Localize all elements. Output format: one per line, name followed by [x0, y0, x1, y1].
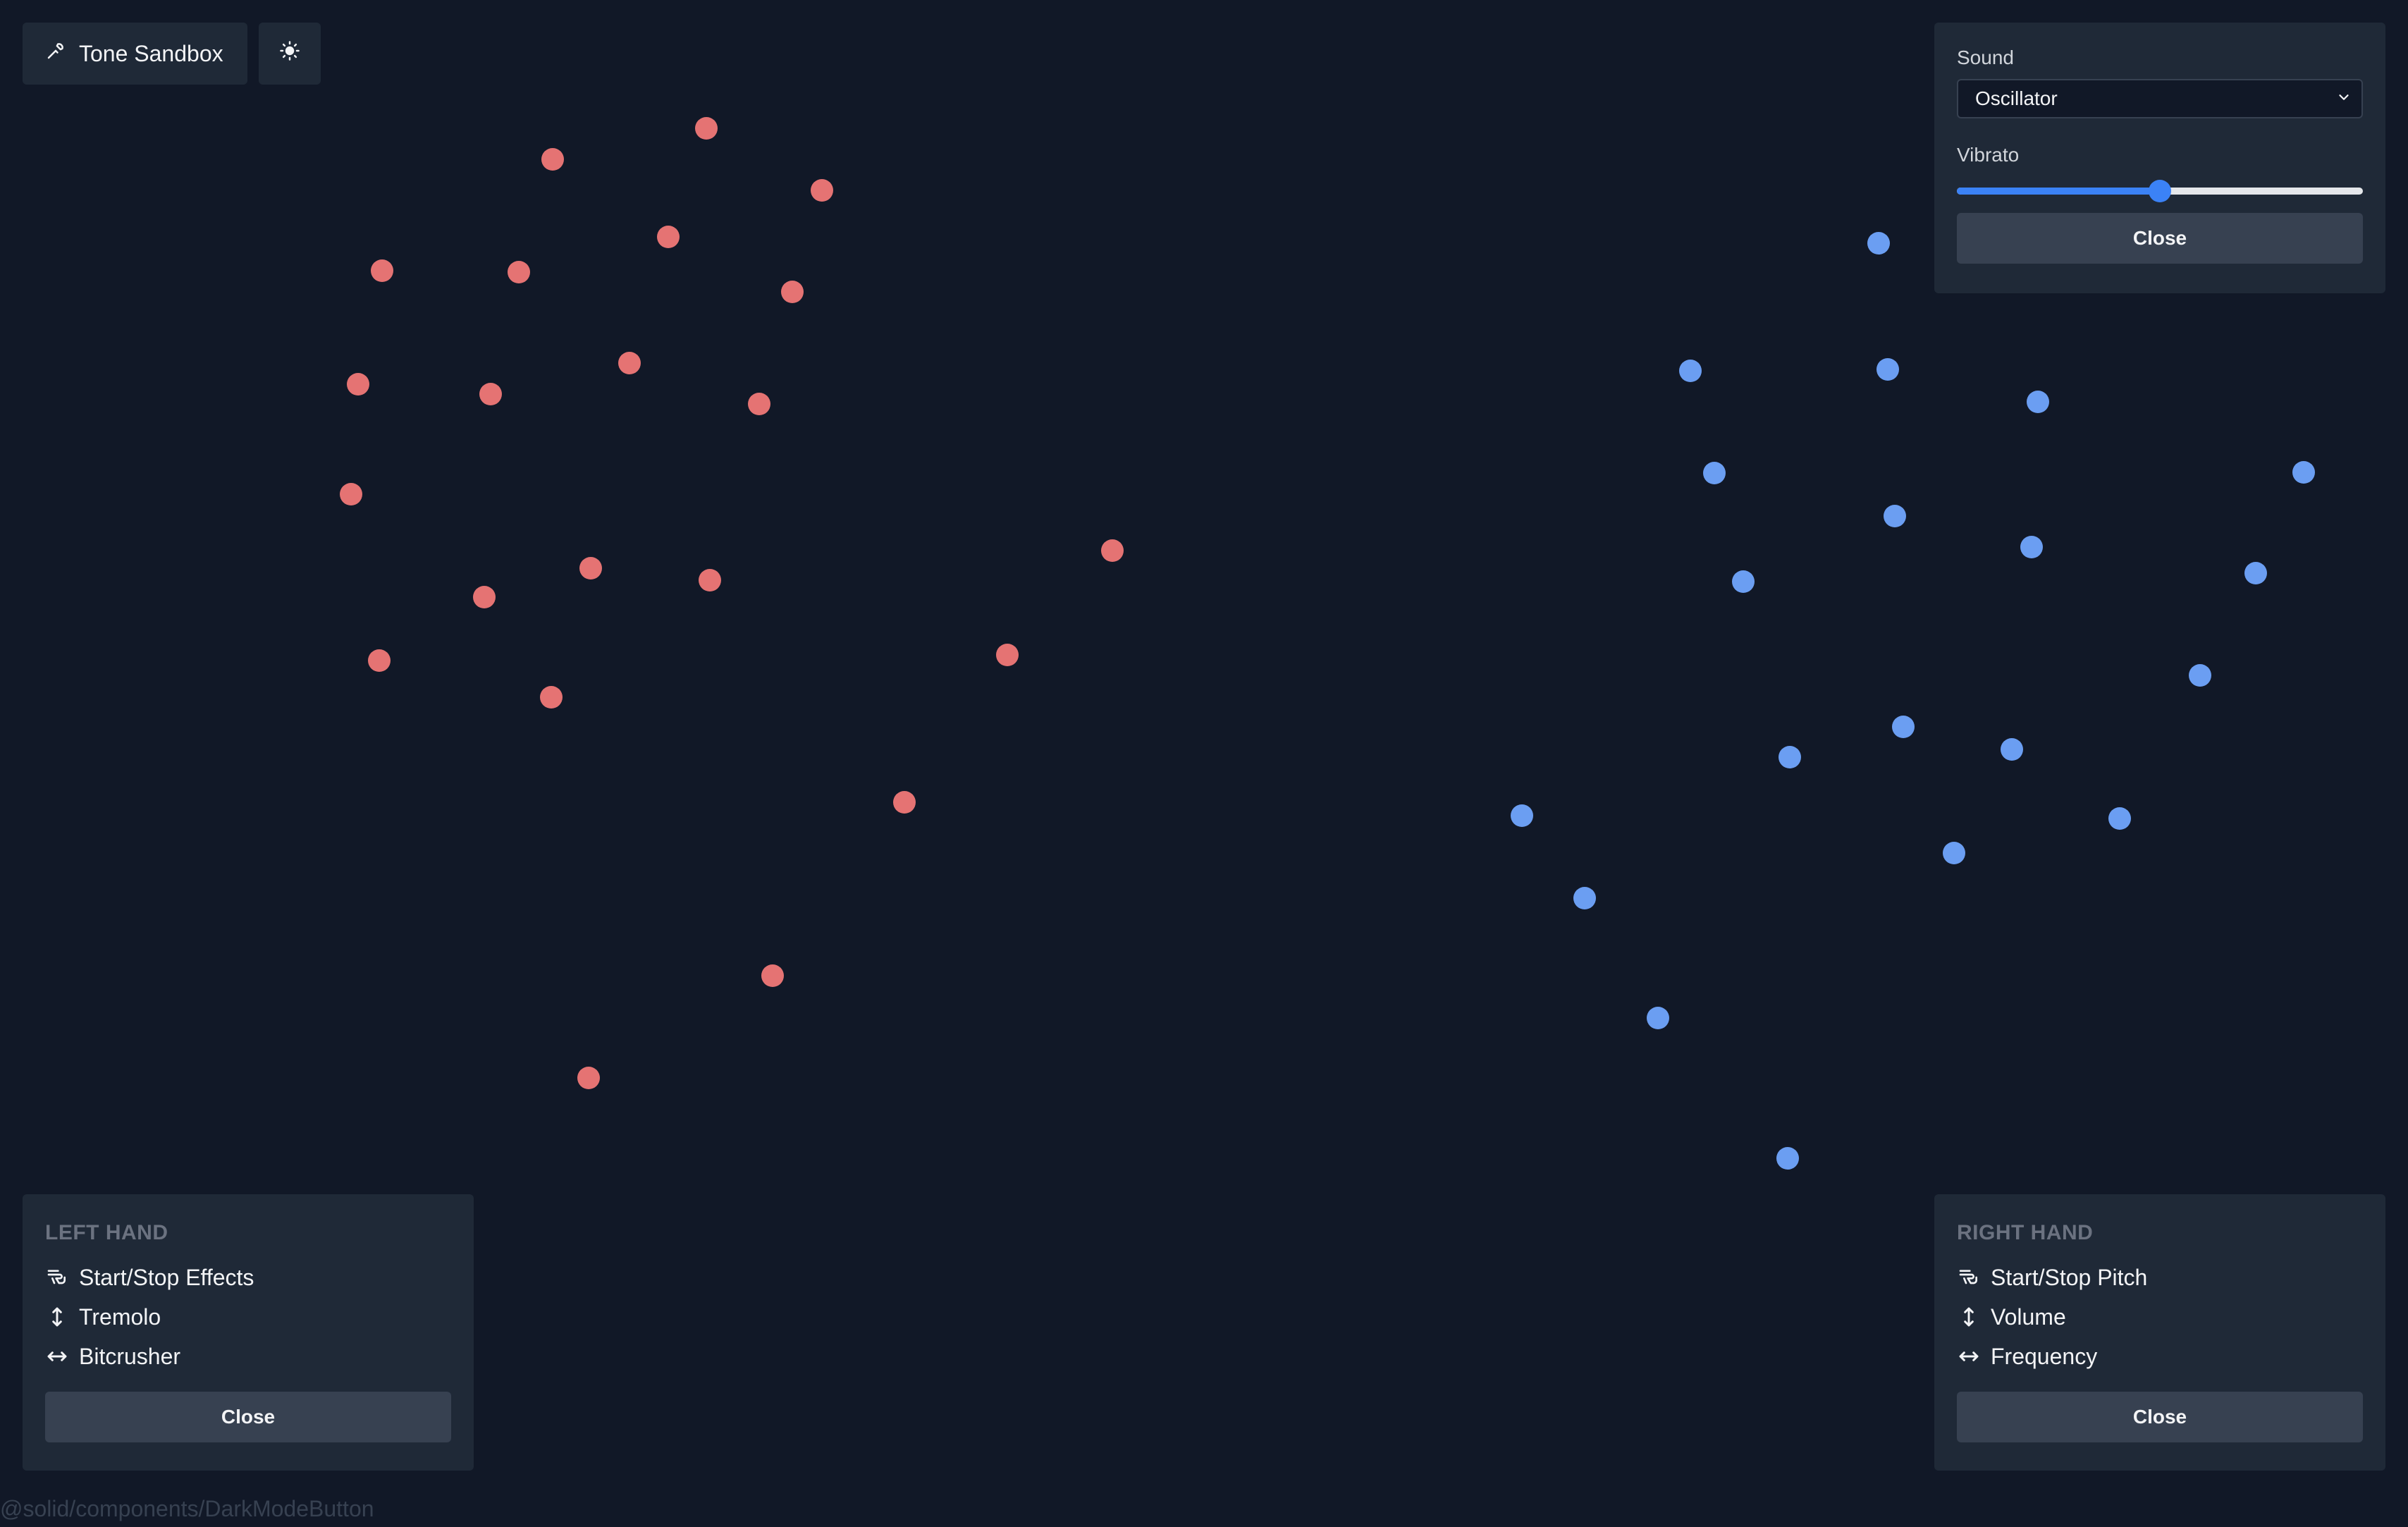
left-hand-landmark-dot: [761, 964, 784, 987]
left-hand-item-label: Start/Stop Effects: [79, 1264, 254, 1290]
right-hand-title: RIGHT HAND: [1957, 1221, 2094, 1244]
right-hand-close-button[interactable]: Close: [1957, 1392, 2363, 1442]
sound-selected-value: Oscillator: [1975, 87, 2058, 109]
left-hand-landmark-dot: [579, 557, 602, 579]
right-hand-item-volume: Volume: [1957, 1297, 2363, 1337]
right-hand-landmark-dot: [2244, 562, 2267, 584]
right-hand-landmark-dot: [1779, 746, 1801, 768]
right-hand-landmark-dot: [1884, 505, 1906, 527]
left-hand-landmark-dot: [347, 373, 369, 395]
right-hand-landmark-dot: [2027, 391, 2049, 413]
left-hand-item-label: Bitcrusher: [79, 1343, 181, 1369]
right-hand-panel: RIGHT HAND Start/Stop Pitch Volume Frequ…: [1934, 1194, 2385, 1471]
right-hand-landmark-dot: [1647, 1007, 1669, 1029]
left-hand-item-bitcrusher: Bitcrusher: [45, 1337, 451, 1376]
left-hand-title: LEFT HAND: [45, 1221, 168, 1244]
chevron-down-icon: [2336, 87, 2352, 110]
left-hand-item-label: Tremolo: [79, 1304, 161, 1330]
right-hand-landmark-dot: [1732, 570, 1755, 593]
vibrato-label: Vibrato: [1957, 144, 2020, 166]
left-hand-item-start-stop: Start/Stop Effects: [45, 1258, 451, 1297]
vertical-arrows-icon: [1957, 1305, 1981, 1329]
dark-mode-toggle-button[interactable]: [258, 23, 321, 85]
component-path-label: @solid/components/DarkModeButton: [0, 1496, 374, 1521]
horizontal-arrows-icon: [1957, 1344, 1981, 1368]
right-hand-item-label: Start/Stop Pitch: [1991, 1264, 2148, 1290]
pinch-hand-icon: [45, 1265, 69, 1289]
right-hand-landmark-dot: [1943, 842, 1965, 864]
left-hand-landmark-dot: [340, 483, 362, 505]
right-hand-landmark-dot: [2001, 738, 2023, 761]
left-hand-landmark-dot: [371, 259, 393, 282]
left-hand-landmark-dot: [996, 644, 1019, 666]
left-hand-landmark-dot: [695, 117, 718, 140]
vertical-arrows-icon: [45, 1305, 69, 1329]
left-hand-landmark-dot: [508, 261, 530, 283]
left-hand-landmark-dot: [541, 148, 564, 171]
vibrato-slider-fill: [1957, 188, 2160, 195]
sound-settings-panel: Sound Oscillator Vibrato Close: [1934, 23, 2385, 293]
tone-sandbox-button[interactable]: Tone Sandbox: [23, 23, 247, 85]
sound-select[interactable]: Oscillator: [1957, 79, 2363, 118]
right-hand-landmark-dot: [1867, 232, 1890, 255]
left-hand-landmark-dot: [1101, 539, 1124, 562]
right-hand-landmark-dot: [1573, 887, 1596, 909]
left-hand-landmark-dot: [577, 1067, 600, 1089]
left-hand-panel: LEFT HAND Start/Stop Effects Tremolo Bit…: [23, 1194, 474, 1471]
left-hand-landmark-dot: [479, 383, 502, 405]
left-hand-close-button[interactable]: Close: [45, 1392, 451, 1442]
left-hand-landmark-dot: [699, 569, 721, 591]
right-hand-item-start-stop: Start/Stop Pitch: [1957, 1258, 2363, 1297]
right-hand-landmark-dot: [1876, 358, 1899, 381]
right-hand-item-label: Frequency: [1991, 1343, 2098, 1369]
left-hand-landmark-dot: [748, 393, 770, 415]
left-hand-landmark-dot: [781, 281, 804, 303]
vibrato-slider-thumb[interactable]: [2149, 180, 2171, 202]
left-hand-landmark-dot: [368, 649, 391, 672]
right-hand-landmark-dot: [1776, 1147, 1799, 1170]
right-hand-landmark-dot: [1703, 462, 1726, 484]
right-hand-landmark-dot: [2020, 536, 2043, 558]
sun-icon: [279, 40, 300, 67]
left-hand-item-tremolo: Tremolo: [45, 1297, 451, 1337]
vibrato-slider[interactable]: [1957, 176, 2363, 204]
top-toolbar: Tone Sandbox: [23, 23, 321, 85]
brand-label: Tone Sandbox: [79, 40, 223, 66]
horizontal-arrows-icon: [45, 1344, 69, 1368]
pinch-hand-icon: [1957, 1265, 1981, 1289]
left-hand-landmark-dot: [893, 791, 916, 814]
right-hand-item-frequency: Frequency: [1957, 1337, 2363, 1376]
right-hand-landmark-dot: [1892, 716, 1915, 738]
left-hand-landmark-dot: [473, 586, 496, 608]
left-hand-landmark-dot: [657, 226, 680, 248]
left-hand-landmark-dot: [540, 686, 563, 709]
right-hand-item-label: Volume: [1991, 1304, 2066, 1330]
sound-label: Sound: [1957, 47, 2014, 68]
right-hand-landmark-dot: [2292, 461, 2315, 484]
wrench-icon: [45, 40, 66, 67]
right-hand-landmark-dot: [1511, 804, 1533, 827]
right-hand-landmark-dot: [2189, 664, 2211, 687]
right-hand-landmark-dot: [1679, 360, 1702, 382]
sound-panel-close-button[interactable]: Close: [1957, 213, 2363, 264]
left-hand-landmark-dot: [618, 352, 641, 374]
left-hand-landmark-dot: [811, 179, 833, 202]
right-hand-landmark-dot: [2108, 807, 2131, 830]
